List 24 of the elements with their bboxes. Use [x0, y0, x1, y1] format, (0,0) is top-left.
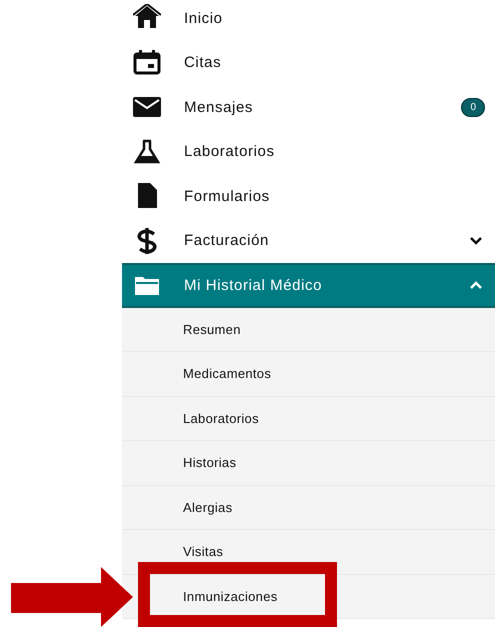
- submenu-item[interactable]: Resumen: [181, 320, 243, 338]
- submenu-item[interactable]: Historias: [181, 454, 238, 472]
- submenu-item[interactable]: Inmunizaciones: [181, 588, 280, 605]
- menu-item[interactable]: Facturación: [122, 218, 495, 263]
- submenu-item[interactable]: Medicamentos: [181, 365, 274, 382]
- submenu-item[interactable]: Laboratorios: [181, 410, 261, 427]
- menu-label: Inicio: [184, 10, 224, 27]
- menu-label: Mi Historial Médico: [184, 276, 324, 294]
- menu-label: Citas: [184, 54, 222, 72]
- menu-label: Mensajes: [184, 98, 254, 116]
- submenu-item[interactable]: Alergias: [181, 498, 234, 516]
- menu-item[interactable]: Citas: [122, 40, 495, 85]
- calendar-icon: [133, 48, 161, 77]
- menu-label: Facturación: [184, 232, 270, 250]
- submenu-item[interactable]: Visitas: [181, 543, 226, 560]
- menu-item[interactable]: Formularios: [122, 174, 495, 218]
- flask-icon: [133, 138, 161, 166]
- menu-label: Formularios: [184, 188, 271, 205]
- menu-item[interactable]: Laboratorios: [122, 130, 495, 174]
- count-badge: 0: [461, 98, 485, 117]
- menu-label: Laboratorios: [184, 143, 276, 160]
- menu-item[interactable]: Mi Historial Médico: [122, 263, 495, 308]
- menu-item[interactable]: Inicio: [122, 0, 495, 40]
- menu-item[interactable]: Mensajes 0: [122, 85, 495, 130]
